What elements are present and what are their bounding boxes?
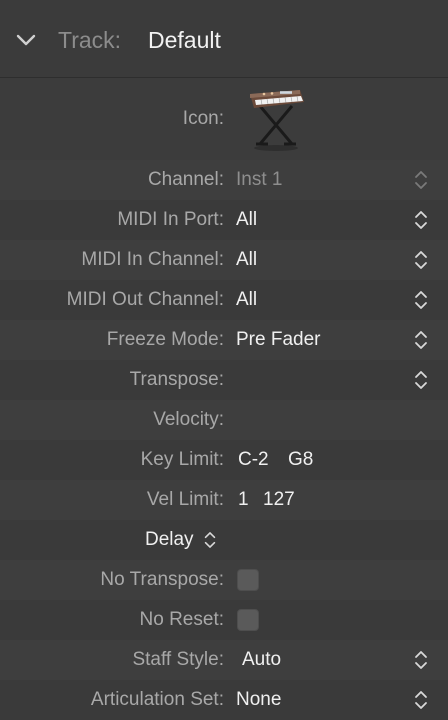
midi-in-port-label: MIDI In Port: <box>117 209 224 230</box>
midi-in-channel-value[interactable]: All <box>236 249 257 271</box>
midi-out-channel-value[interactable]: All <box>236 289 257 311</box>
midi-in-channel-row[interactable]: MIDI In Channel: All <box>0 240 448 280</box>
delay-popup[interactable]: Delay <box>145 529 218 551</box>
midi-in-port-value[interactable]: All <box>236 209 257 231</box>
up-down-stepper-icon[interactable] <box>412 368 430 392</box>
midi-out-channel-row[interactable]: MIDI Out Channel: All <box>0 280 448 320</box>
velocity-row[interactable]: Velocity: <box>0 400 448 440</box>
up-down-stepper-icon[interactable] <box>412 288 430 312</box>
delay-row[interactable]: Delay <box>0 520 448 560</box>
up-down-stepper-icon[interactable] <box>412 648 430 672</box>
up-down-stepper-icon[interactable] <box>412 248 430 272</box>
velocity-label: Velocity: <box>153 409 224 430</box>
up-down-stepper-icon[interactable] <box>202 529 218 551</box>
vel-limit-row[interactable]: Vel Limit: 1 127 <box>0 480 448 520</box>
up-down-stepper-icon[interactable] <box>412 328 430 352</box>
icon-row: Icon: <box>0 78 448 160</box>
no-reset-label: No Reset: <box>139 609 224 630</box>
keyboard-stand-icon[interactable] <box>246 84 306 154</box>
vel-limit-low[interactable]: 1 <box>238 489 249 511</box>
vel-limit-high[interactable]: 127 <box>263 489 295 511</box>
staff-style-value[interactable]: Auto <box>242 649 281 671</box>
up-down-stepper-icon[interactable] <box>412 208 430 232</box>
key-limit-row[interactable]: Key Limit: C-2 G8 <box>0 440 448 480</box>
key-limit-label: Key Limit: <box>140 449 224 470</box>
no-transpose-checkbox[interactable] <box>237 569 259 591</box>
delay-label: Delay <box>144 529 194 550</box>
transpose-row[interactable]: Transpose: <box>0 360 448 400</box>
up-down-stepper-icon[interactable] <box>412 688 430 712</box>
midi-in-port-row[interactable]: MIDI In Port: All <box>0 200 448 240</box>
freeze-mode-row[interactable]: Freeze Mode: Pre Fader <box>0 320 448 360</box>
articulation-set-row[interactable]: Articulation Set: None <box>0 680 448 720</box>
channel-row[interactable]: Channel: Inst 1 <box>0 160 448 200</box>
up-down-stepper-icon[interactable] <box>412 168 430 192</box>
header-track-name: Default <box>148 27 221 53</box>
key-limit-high[interactable]: G8 <box>288 449 313 471</box>
no-transpose-row[interactable]: No Transpose: <box>0 560 448 600</box>
channel-label: Channel: <box>147 169 224 190</box>
channel-value[interactable]: Inst 1 <box>236 169 282 191</box>
track-header[interactable]: Track: Default <box>0 0 448 78</box>
no-reset-checkbox[interactable] <box>237 609 259 631</box>
freeze-mode-value[interactable]: Pre Fader <box>236 329 320 351</box>
freeze-mode-label: Freeze Mode: <box>106 329 224 350</box>
midi-out-channel-label: MIDI Out Channel: <box>66 289 224 310</box>
no-transpose-label: No Transpose: <box>100 569 224 590</box>
articulation-set-value[interactable]: None <box>236 689 281 711</box>
midi-in-channel-label: MIDI In Channel: <box>81 249 224 270</box>
articulation-set-label: Articulation Set: <box>90 689 224 710</box>
no-reset-row[interactable]: No Reset: <box>0 600 448 640</box>
icon-label: Icon: <box>182 108 224 129</box>
vel-limit-label: Vel Limit: <box>146 489 224 510</box>
chevron-down-icon[interactable] <box>14 28 38 52</box>
header-title-label: Track: <box>58 27 122 53</box>
staff-style-label: Staff Style: <box>132 649 224 670</box>
transpose-label: Transpose: <box>129 369 224 390</box>
key-limit-low[interactable]: C-2 <box>238 449 269 471</box>
staff-style-row[interactable]: Staff Style: Auto <box>0 640 448 680</box>
